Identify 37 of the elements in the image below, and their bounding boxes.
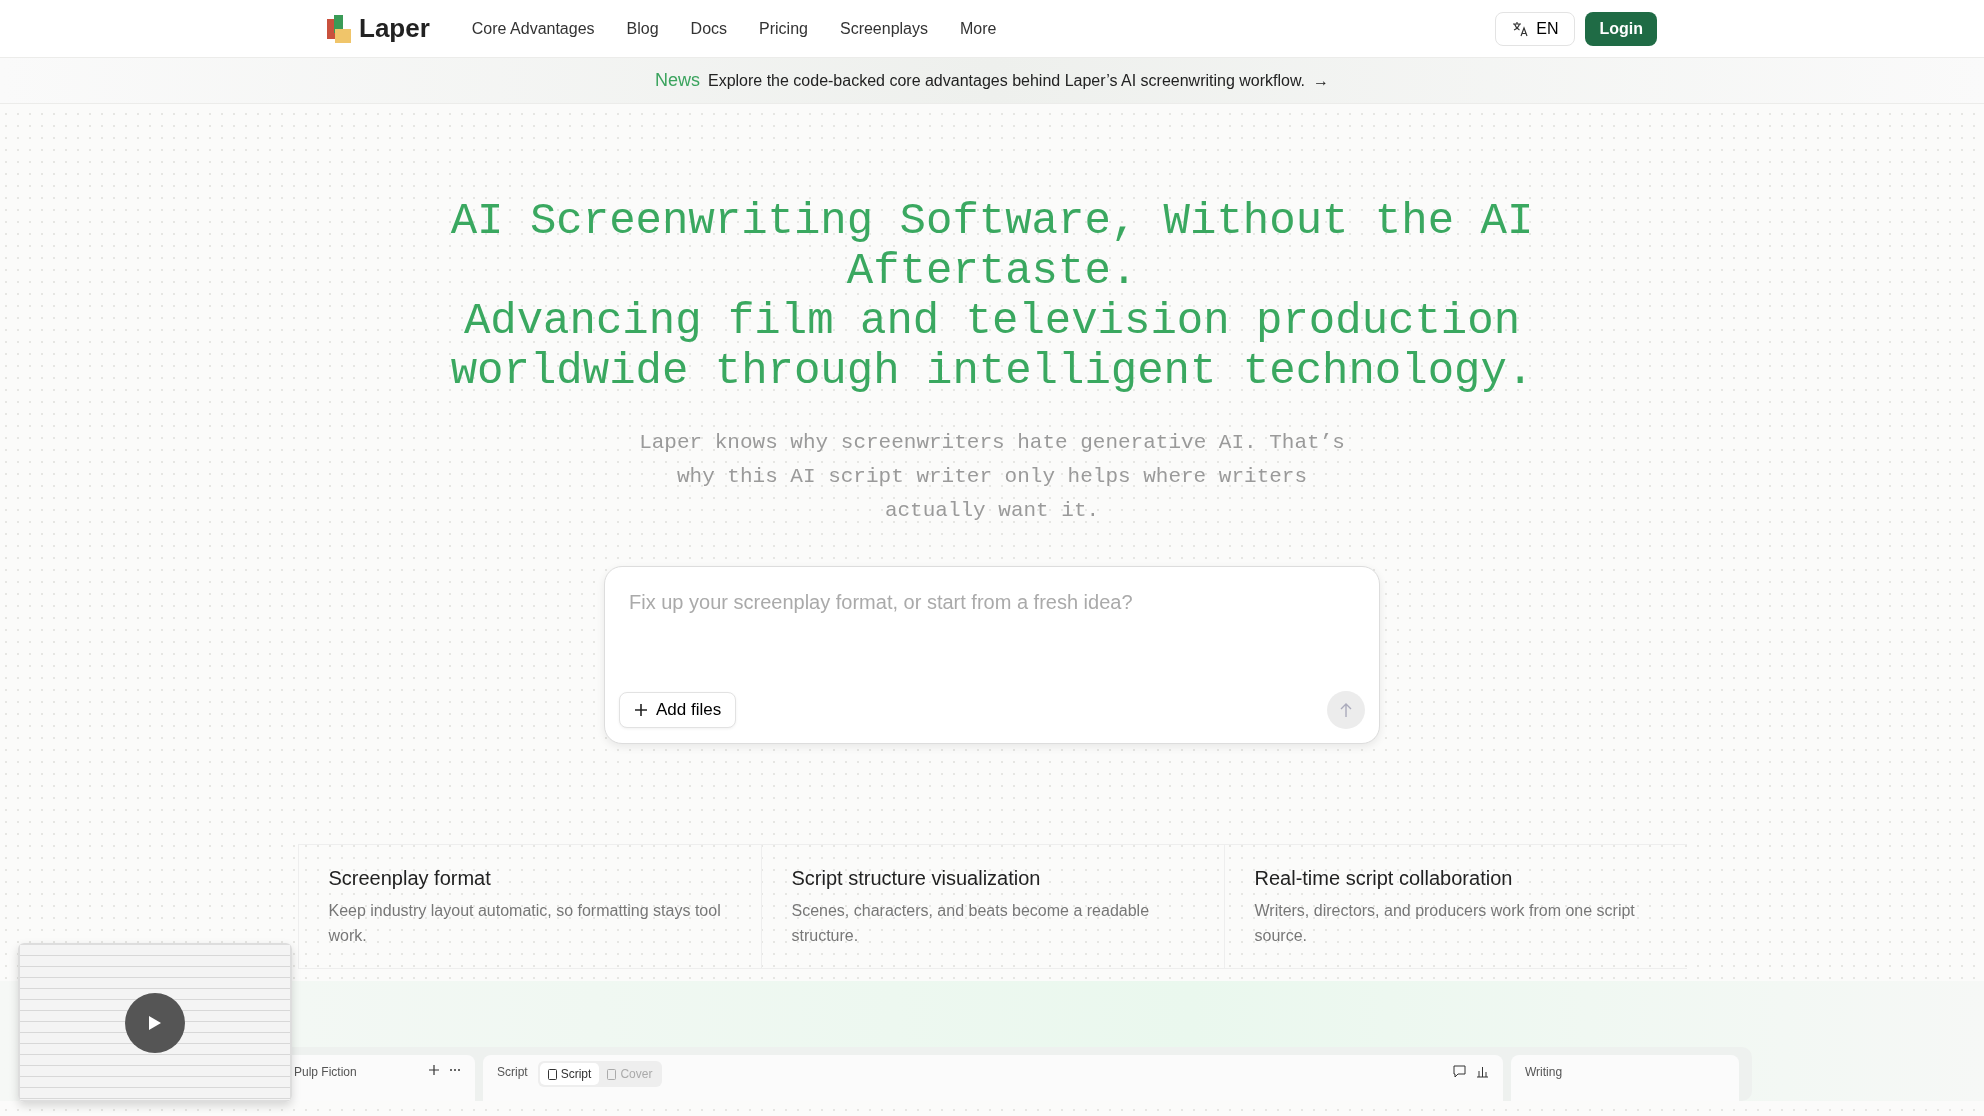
panel-tab[interactable]: Script (539, 1063, 600, 1085)
feature-title: Real-time script collaboration (1254, 867, 1514, 890)
feature-description: Writers, directors, and producers work from one script source. (1254, 901, 1636, 946)
document-icon (547, 1068, 557, 1080)
nav-link[interactable]: Docs (690, 19, 728, 38)
chart-icon[interactable] (1476, 1065, 1489, 1078)
play-icon (149, 1016, 161, 1030)
plus-icon (634, 703, 648, 717)
document-icon (607, 1068, 617, 1080)
logo-icon (327, 14, 351, 43)
nav-link[interactable]: Core Advantages (471, 19, 595, 38)
nav-link[interactable]: Pricing (759, 19, 808, 38)
plus-icon[interactable] (429, 1065, 439, 1075)
panel-title: Pulp Fiction (294, 1065, 357, 1079)
news-text: Explore the code-backed core advantages behind Laper’s AI screenwriting workflow. (707, 71, 1306, 90)
prompt-field[interactable]: Fix up your screenplay format, or start from a fresh idea? Add files (604, 566, 1380, 744)
language-button[interactable]: EN (1495, 11, 1576, 46)
panel-title: Script (497, 1065, 528, 1079)
arrow-icon[interactable]: → (1313, 71, 1330, 90)
logo-text: Laper (359, 13, 430, 44)
nav-link[interactable]: Screenplays (839, 19, 928, 38)
headline: AI Screenwriting Software, Without the AI Aftertaste. (449, 196, 1535, 296)
headline: Advancing film and television production worldwide through intelligent technology. (449, 296, 1535, 396)
comment-icon[interactable] (1453, 1065, 1466, 1078)
feature-description: Scenes, characters, and beats become a readable structure. (791, 901, 1151, 946)
nav-link[interactable]: More (960, 19, 997, 38)
news-tag: News (654, 70, 700, 91)
login-button[interactable]: Login (1585, 11, 1657, 46)
add-files-button[interactable]: Add files (619, 692, 737, 728)
nav-link[interactable]: Blog (626, 19, 659, 38)
arrow-up-icon (1339, 702, 1353, 718)
feature-title: Script structure visualization (791, 867, 1042, 890)
translate-icon (1512, 20, 1529, 37)
subtitle: Laper knows why screenwriters hate generative AI. That’s why this AI script writer only helps where writers actually want it. (638, 430, 1346, 524)
panel-title: Writing (1525, 1065, 1563, 1079)
feature-title: Screenplay format (328, 867, 492, 890)
feature-description: Keep industry layout automatic, so formatting stays tool work. (328, 901, 722, 946)
